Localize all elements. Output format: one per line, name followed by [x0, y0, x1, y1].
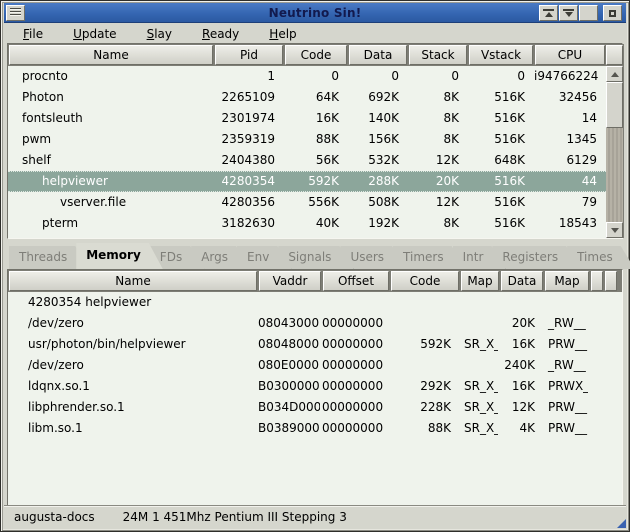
scroll-up-button[interactable]	[606, 66, 623, 82]
menu-bar: File Update Slay Ready Help	[5, 24, 625, 43]
column-header-data[interactable]: Data	[501, 271, 543, 291]
process-table-body: procnto10000i94766224 Photon226510964K69…	[8, 66, 606, 238]
square-outline-icon	[609, 10, 616, 17]
up-triangle-icon	[545, 12, 553, 17]
title-bar: Neutrino Sin!	[4, 3, 626, 23]
column-header-code[interactable]: Code	[391, 271, 459, 291]
menu-item-file[interactable]: File	[19, 26, 47, 42]
scroll-down-button[interactable]	[606, 222, 623, 238]
table-row-pwm[interactable]: pwm235931988K156K8K516K1345	[8, 129, 606, 150]
menu-item-slay[interactable]: Slay	[143, 26, 176, 42]
close-button[interactable]	[603, 5, 622, 21]
app-window: Neutrino Sin! File Update Slay Ready Hel…	[0, 0, 630, 532]
list-item-dev-zero[interactable]: /dev/zero080E000000000000240K_RW__	[8, 355, 622, 376]
menu-item-ready[interactable]: Ready	[198, 26, 243, 42]
maximize-button[interactable]	[579, 5, 598, 21]
column-header-offset[interactable]: Offset	[323, 271, 389, 291]
column-header-cpu[interactable]: CPU	[535, 45, 605, 65]
bar-icon	[563, 9, 574, 11]
hostname-label: augusta-docs	[14, 510, 95, 524]
list-item-libm[interactable]: libm.so.1B03890000000000088KSR_X_4KPRW__	[8, 418, 622, 439]
table-row-fontsleuth[interactable]: fontsleuth230197416K140K8K516K14	[8, 108, 606, 129]
down-triangle-icon	[565, 12, 573, 17]
process-table-header: Name Pid Code Data Stack Vstack CPU	[8, 44, 606, 66]
column-header-vstack[interactable]: Vstack	[469, 45, 533, 65]
window-controls	[539, 5, 598, 21]
bar-icon	[543, 9, 554, 11]
window-title: Neutrino Sin!	[4, 6, 626, 20]
column-header-data[interactable]: Data	[349, 45, 407, 65]
column-header-map[interactable]: Map	[461, 271, 499, 291]
tab-strip: Threads Memory FDs Args Env Signals User…	[7, 243, 623, 269]
tab-memory[interactable]: Memory	[76, 243, 163, 269]
column-header-name[interactable]: Name	[9, 271, 257, 291]
column-header-vaddr[interactable]: Vaddr	[259, 271, 321, 291]
scrollbar-track[interactable]	[606, 66, 623, 238]
memory-panel: Name Vaddr Offset Code Map Data Map 4280…	[7, 269, 623, 506]
table-row-helpviewer-selected[interactable]: helpviewer4280354592K288K20K516K44	[8, 171, 606, 192]
column-header-name[interactable]: Name	[9, 45, 213, 65]
list-item-process-heading[interactable]: 4280354 helpviewer	[8, 292, 622, 313]
system-info-label: 24M 1 451Mhz Pentium III Stepping 3	[123, 510, 347, 524]
table-row-shelf[interactable]: shelf240438056K532K12K648K6129	[8, 150, 606, 171]
collapse-button[interactable]	[539, 5, 558, 21]
status-bar: augusta-docs 24M 1 451Mhz Pentium III St…	[4, 505, 626, 528]
window-menu-button[interactable]	[6, 5, 25, 21]
header-stub	[606, 45, 623, 65]
column-header-stack[interactable]: Stack	[409, 45, 467, 65]
menu-lines-icon	[10, 8, 21, 17]
expand-button[interactable]	[559, 5, 578, 21]
tab-registers[interactable]: Registers	[492, 246, 580, 269]
column-header-pid[interactable]: Pid	[215, 45, 283, 65]
column-header-map2[interactable]: Map	[545, 271, 589, 291]
menu-item-help[interactable]: Help	[265, 26, 300, 42]
column-header-code[interactable]: Code	[285, 45, 347, 65]
table-row-pterm[interactable]: pterm318263040K192K8K516K18543	[8, 213, 606, 234]
list-item-ldqnx[interactable]: ldqnx.so.1B030000000000000292KSR_X_16KPR…	[8, 376, 622, 397]
up-arrow-icon	[611, 72, 619, 77]
down-arrow-icon	[611, 228, 619, 233]
table-row-photon[interactable]: Photon226510964K692K8K516K32456	[8, 87, 606, 108]
list-item-libphrender[interactable]: libphrender.so.1B034D00000000000228KSR_X…	[8, 397, 622, 418]
list-item-helpviewer-binary[interactable]: usr/photon/bin/helpviewer080480000000000…	[8, 334, 622, 355]
process-table: Name Pid Code Data Stack Vstack CPU proc…	[7, 43, 623, 239]
header-stub	[591, 271, 603, 291]
list-item-dev-zero[interactable]: /dev/zero080430000000000020K_RW__	[8, 313, 622, 334]
memory-table-body: 4280354 helpviewer /dev/zero080430000000…	[8, 292, 622, 439]
table-row-vserver-file[interactable]: vserver.file4280356556K508K12K516K79	[8, 192, 606, 213]
scrollbar-thumb[interactable]	[606, 82, 623, 128]
menu-item-update[interactable]: Update	[69, 26, 120, 42]
memory-table-header: Name Vaddr Offset Code Map Data Map	[8, 270, 622, 292]
header-stub	[605, 271, 617, 291]
vertical-scrollbar[interactable]	[606, 44, 624, 238]
table-row-procnto[interactable]: procnto10000i94766224	[8, 66, 606, 87]
